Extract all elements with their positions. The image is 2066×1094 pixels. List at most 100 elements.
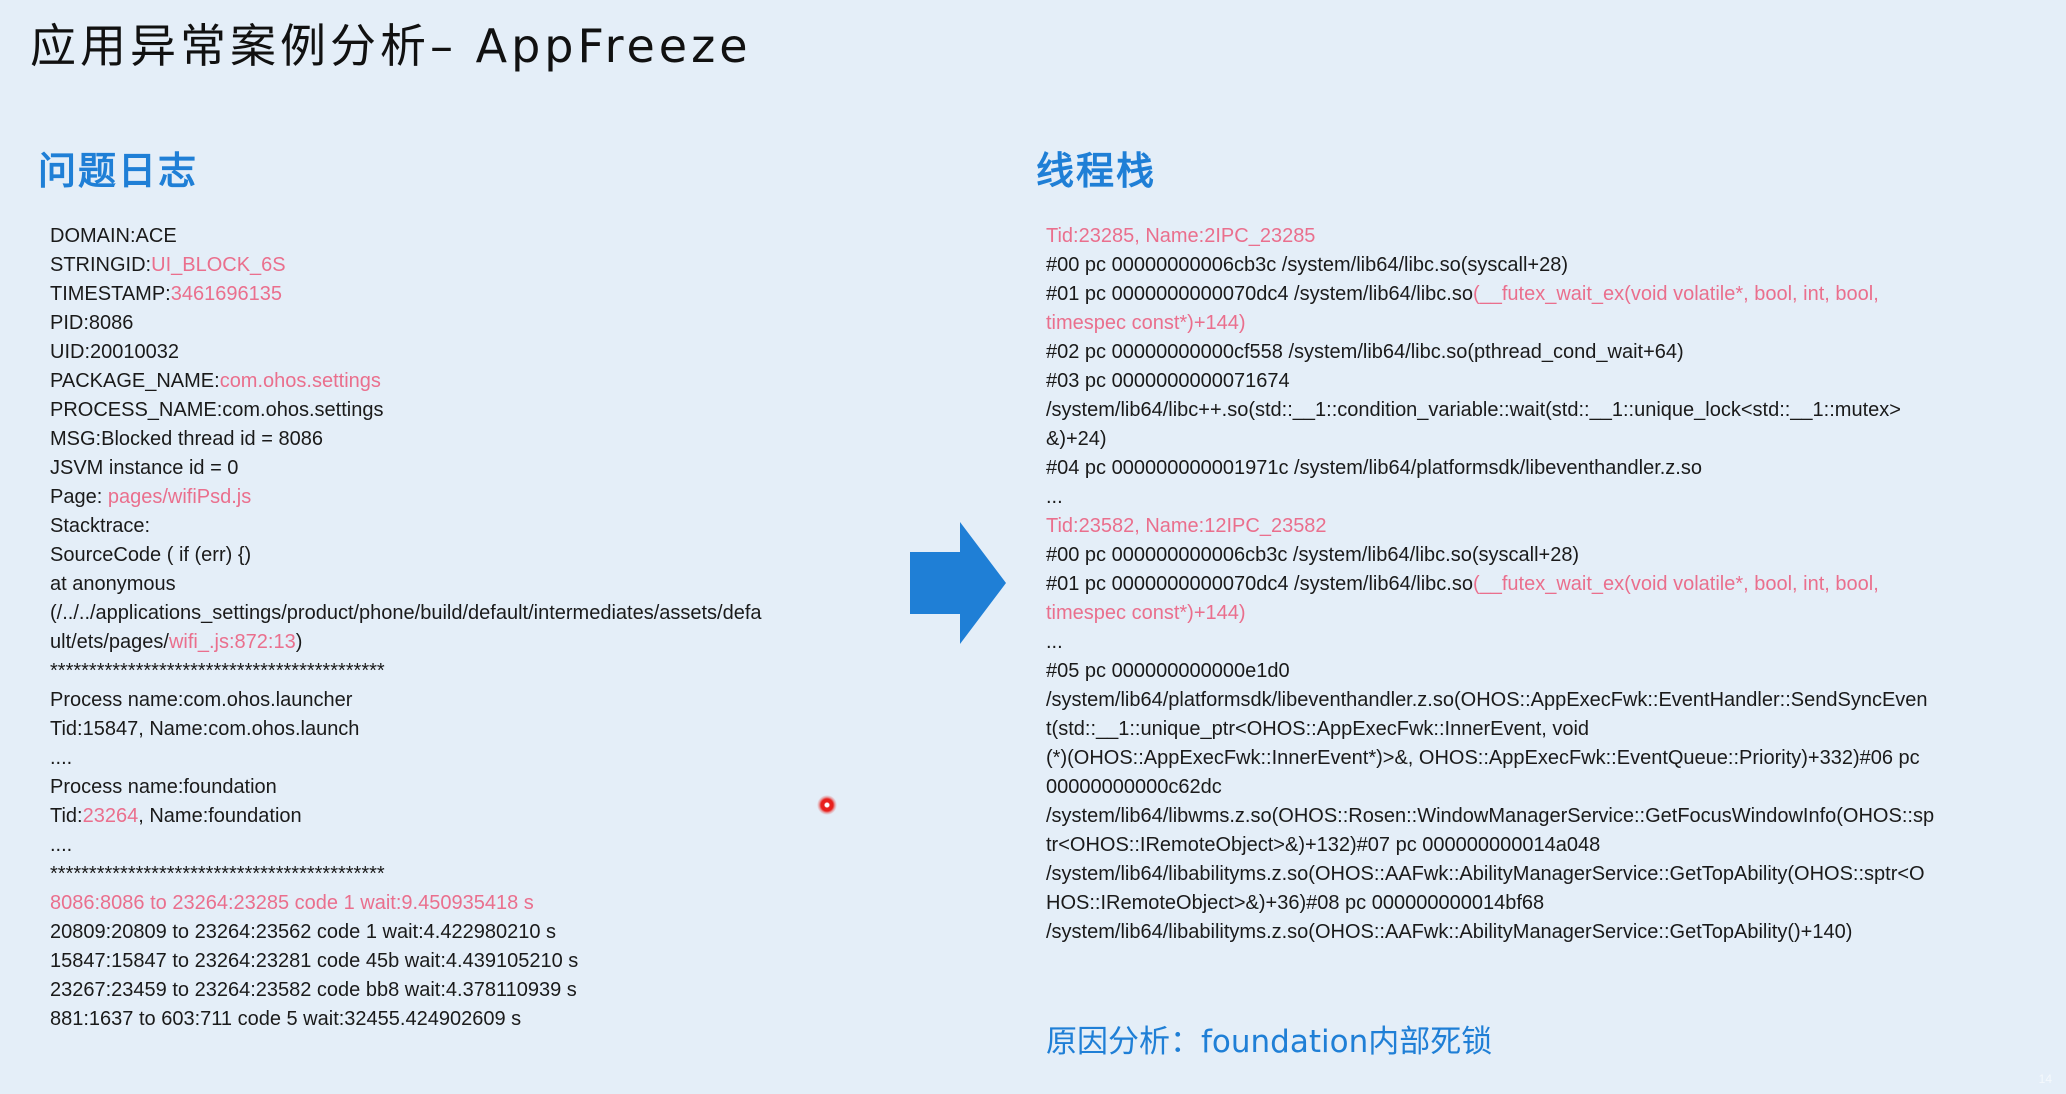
pointer-cursor-dot [817, 795, 837, 815]
log-text: #00 pc 000000000006cb3c /system/lib64/li… [1046, 544, 1580, 566]
log-text: SourceCode ( if (err) {) [50, 544, 252, 566]
log-line: ult/ets/pages/wifi_.js:872:13) [50, 628, 762, 657]
log-line: ****************************************… [50, 657, 762, 686]
log-text: #00 pc 00000000006cb3c /system/lib64/lib… [1046, 254, 1568, 276]
highlighted-text: 3461696135 [170, 283, 282, 305]
highlighted-text: 23264 [82, 805, 139, 827]
log-text: MSG:Blocked thread id = 8086 [50, 428, 323, 450]
log-text: DOMAIN:ACE [50, 225, 177, 247]
log-text: ****************************************… [50, 863, 385, 885]
highlighted-text: 8086:8086 to 23264:23285 code 1 wait:9.4… [50, 892, 534, 914]
log-line: ****************************************… [50, 860, 762, 889]
log-line: ... [1046, 628, 1934, 657]
log-text: ... [1046, 631, 1063, 653]
log-line: Page: pages/wifiPsd.js [50, 483, 762, 512]
log-text: PROCESS_NAME:com.ohos.settings [50, 399, 384, 421]
log-line: PROCESS_NAME:com.ohos.settings [50, 396, 762, 425]
log-line: 8086:8086 to 23264:23285 code 1 wait:9.4… [50, 889, 762, 918]
log-text: HOS::IRemoteObject>&)+36)#08 pc 00000000… [1046, 892, 1545, 914]
highlighted-text: (__futex_wait_ex(void volatile*, bool, i… [1472, 573, 1879, 595]
log-text: 881:1637 to 603:711 code 5 wait:32455.42… [50, 1008, 522, 1030]
log-text: 15847:15847 to 23264:23281 code 45b wait… [50, 950, 579, 972]
highlighted-text: com.ohos.settings [219, 370, 381, 392]
log-text: /system/lib64/libwms.z.so(OHOS::Rosen::W… [1046, 805, 1935, 827]
log-line: 20809:20809 to 23264:23562 code 1 wait:4… [50, 918, 762, 947]
log-line: PID:8086 [50, 309, 762, 338]
log-line: #04 pc 000000000001971c /system/lib64/pl… [1046, 454, 1934, 483]
log-line: Stacktrace: [50, 512, 762, 541]
log-line: &)+24) [1046, 425, 1934, 454]
log-line: #01 pc 0000000000070dc4 /system/lib64/li… [1046, 280, 1934, 309]
log-text: #01 pc 0000000000070dc4 /system/lib64/li… [1046, 573, 1473, 595]
log-text: (*)(OHOS::AppExecFwk::InnerEvent*)>&, OH… [1046, 747, 1920, 769]
log-line: /system/lib64/libwms.z.so(OHOS::Rosen::W… [1046, 802, 1934, 831]
log-line: (*)(OHOS::AppExecFwk::InnerEvent*)>&, OH… [1046, 744, 1934, 773]
log-text: tr<OHOS::IRemoteObject>&)+132)#07 pc 000… [1046, 834, 1601, 856]
log-line: Process name:com.ohos.launcher [50, 686, 762, 715]
log-text: 00000000000c62dc [1046, 776, 1222, 798]
log-line: t(std::__1::unique_ptr<OHOS::AppExecFwk:… [1046, 715, 1934, 744]
log-text: , Name:foundation [138, 805, 302, 827]
log-text: ... [1046, 486, 1063, 508]
log-line: .... [50, 831, 762, 860]
log-line: Tid:23582, Name:12IPC_23582 [1046, 512, 1934, 541]
log-line: ... [1046, 483, 1934, 512]
problem-log-text: DOMAIN:ACE STRINGID:UI_BLOCK_6S TIMESTAMP:… [50, 222, 762, 1034]
highlighted-text: timespec const*)+144) [1046, 602, 1246, 624]
log-line: Tid:23285, Name:2IPC_23285 [1046, 222, 1934, 251]
log-line: 881:1637 to 603:711 code 5 wait:32455.42… [50, 1005, 762, 1034]
highlighted-text: Tid:23285, Name:2IPC_23285 [1046, 225, 1316, 247]
log-text: /system/lib64/libc++.so(std::__1::condit… [1046, 399, 1901, 421]
log-line: 00000000000c62dc [1046, 773, 1934, 802]
log-text: .... [50, 747, 73, 769]
log-text: Page: [50, 486, 108, 508]
log-text: t(std::__1::unique_ptr<OHOS::AppExecFwk:… [1046, 718, 1590, 740]
log-text: STRINGID: [50, 254, 152, 276]
log-text: ****************************************… [50, 660, 385, 682]
log-text: Tid: [50, 805, 83, 827]
highlighted-text: wifi_.js:872:13 [168, 631, 296, 653]
thread-stack-text: Tid:23285, Name:2IPC_23285 #00 pc 0000000… [1046, 222, 1934, 947]
log-text: (/../../applications_settings/product/ph… [50, 602, 762, 624]
log-text: /system/lib64/platformsdk/libeventhandle… [1046, 689, 1928, 711]
log-text: Stacktrace: [50, 515, 151, 537]
section-heading-thread-stack: 线程栈 [1036, 149, 1157, 193]
log-line: #05 pc 000000000000e1d0 [1046, 657, 1934, 686]
log-line: Tid:15847, Name:com.ohos.launch [50, 715, 762, 744]
log-text: #05 pc 000000000000e1d0 [1046, 660, 1290, 682]
section-heading-problem-log: 问题日志 [38, 149, 199, 193]
log-text: at anonymous [50, 573, 176, 595]
log-text: Process name:com.ohos.launcher [50, 689, 353, 711]
log-text: .... [50, 834, 73, 856]
log-text: ult/ets/pages/ [50, 631, 169, 653]
log-text: &)+24) [1046, 428, 1107, 450]
log-line: SourceCode ( if (err) {) [50, 541, 762, 570]
right-arrow-icon [910, 522, 1006, 644]
log-line: tr<OHOS::IRemoteObject>&)+132)#07 pc 000… [1046, 831, 1934, 860]
log-text: Process name:foundation [50, 776, 277, 798]
highlighted-text: (__futex_wait_ex(void volatile*, bool, i… [1472, 283, 1879, 305]
log-line: HOS::IRemoteObject>&)+36)#08 pc 00000000… [1046, 889, 1934, 918]
log-line: /system/lib64/platformsdk/libeventhandle… [1046, 686, 1934, 715]
log-line: (/../../applications_settings/product/ph… [50, 599, 762, 628]
slide-title: 应用异常案例分析– AppFreeze [30, 19, 752, 73]
log-line: JSVM instance id = 0 [50, 454, 762, 483]
highlighted-text: UI_BLOCK_6S [151, 254, 286, 276]
log-line: STRINGID:UI_BLOCK_6S [50, 251, 762, 280]
log-text: /system/lib64/libabilityms.z.so(OHOS::AA… [1046, 863, 1925, 885]
log-text: UID:20010032 [50, 341, 179, 363]
log-text: #01 pc 0000000000070dc4 /system/lib64/li… [1046, 283, 1473, 305]
log-line: /system/lib64/libabilityms.z.so(OHOS::AA… [1046, 860, 1934, 889]
log-line: #00 pc 000000000006cb3c /system/lib64/li… [1046, 541, 1934, 570]
log-line: UID:20010032 [50, 338, 762, 367]
log-text: Tid:15847, Name:com.ohos.launch [50, 718, 360, 740]
highlighted-text: pages/wifiPsd.js [107, 486, 252, 508]
log-line: 15847:15847 to 23264:23281 code 45b wait… [50, 947, 762, 976]
log-line: PACKAGE_NAME:com.ohos.settings [50, 367, 762, 396]
page-number: 14 [2038, 1072, 2052, 1086]
cause-analysis: 原因分析：foundation内部死锁 [1046, 1024, 1493, 1060]
log-line: at anonymous [50, 570, 762, 599]
log-text: #02 pc 00000000000cf558 /system/lib64/li… [1046, 341, 1684, 363]
log-text: /system/lib64/libabilityms.z.so(OHOS::AA… [1046, 921, 1853, 943]
log-line: #01 pc 0000000000070dc4 /system/lib64/li… [1046, 570, 1934, 599]
